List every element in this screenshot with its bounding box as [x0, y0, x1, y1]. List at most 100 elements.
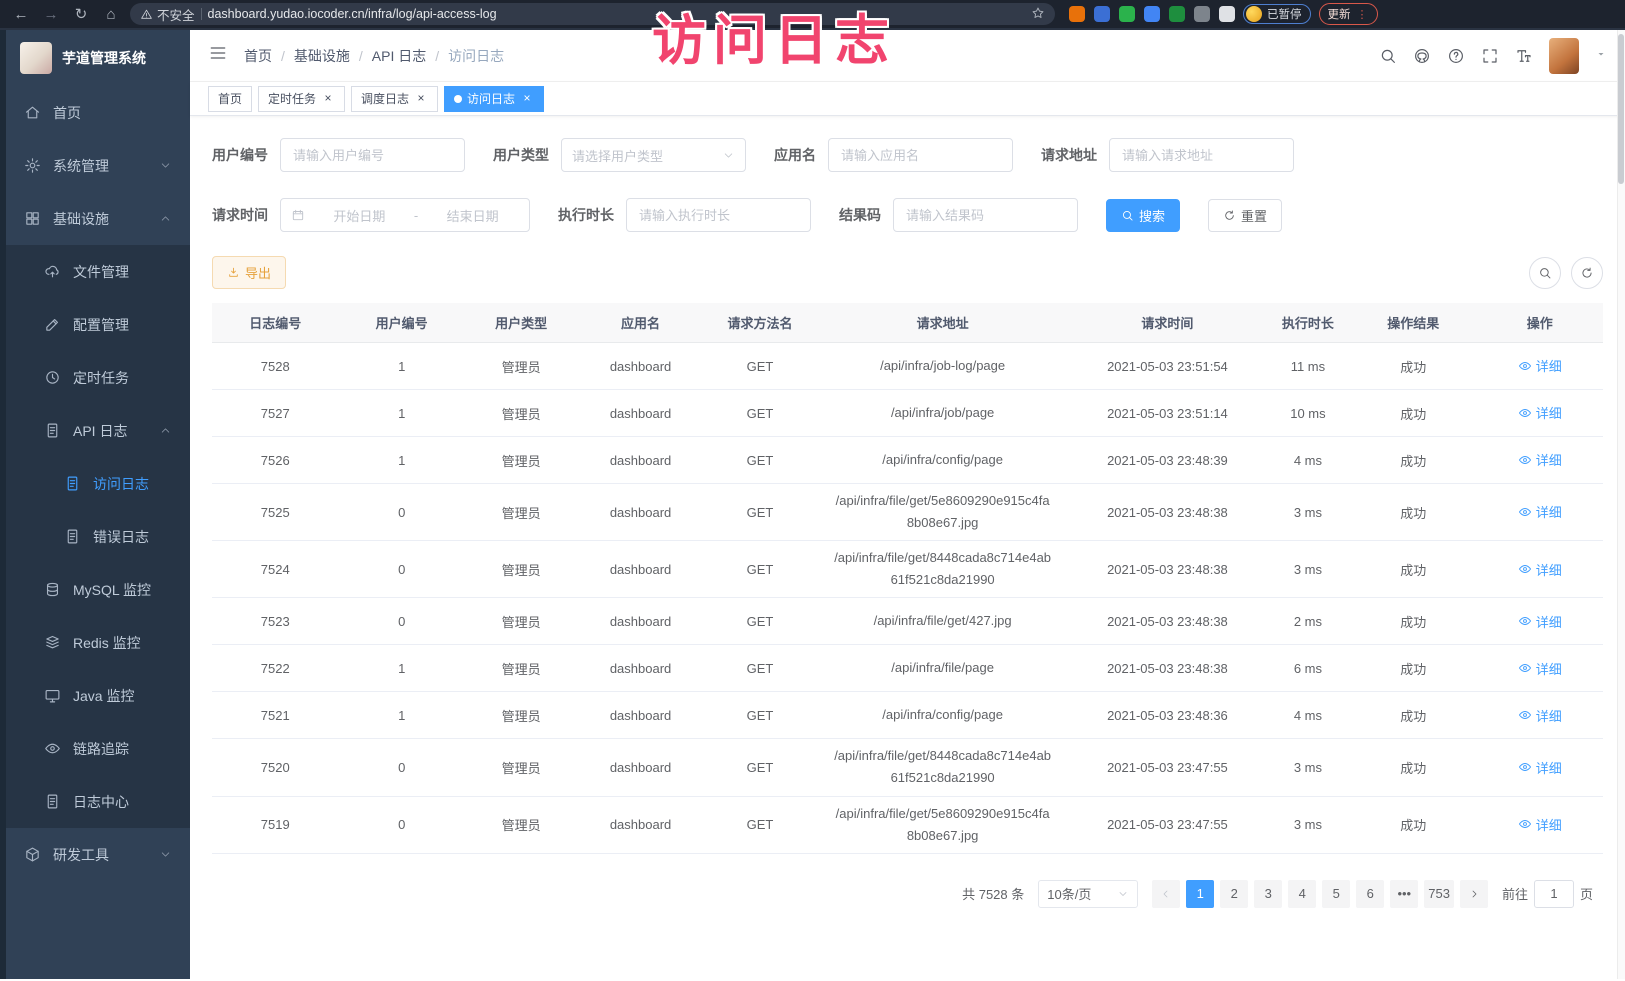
detail-link[interactable]: 详细	[1518, 450, 1562, 469]
refresh-table-button[interactable]	[1571, 257, 1603, 289]
sidebar-item-system-management[interactable]: 系统管理	[6, 139, 190, 192]
browser-profile-button[interactable]: 已暂停	[1243, 4, 1311, 24]
sidebar-item-home[interactable]: 首页	[6, 86, 190, 139]
github-icon[interactable]	[1413, 47, 1431, 65]
prev-page-button[interactable]	[1152, 880, 1180, 908]
tab-scheduled-tasks[interactable]: 定时任务×	[258, 86, 345, 112]
scrollbar-track[interactable]	[1617, 30, 1625, 979]
sidebar-item-log-center[interactable]: 日志中心	[6, 775, 190, 828]
top-navbar: 首页/基础设施/API 日志/访问日志	[190, 30, 1625, 82]
browser-reload-button[interactable]: ↻	[70, 5, 92, 23]
actions-cell: 详细	[1477, 815, 1603, 835]
detail-link[interactable]: 详细	[1518, 706, 1562, 725]
ext-green-circle-icon[interactable]	[1119, 6, 1135, 22]
sidebar-item-access-log[interactable]: 访问日志	[6, 457, 190, 510]
duration-input[interactable]	[626, 198, 811, 232]
pager-page-2[interactable]: 2	[1220, 880, 1248, 908]
page-size-select[interactable]: 10条/页	[1038, 880, 1138, 908]
browser-home-button[interactable]: ⌂	[100, 6, 122, 23]
address-bar[interactable]: 不安全 dashboard.yudao.iocoder.cn/infra/log…	[130, 3, 1055, 25]
column-header: 用户编号	[338, 313, 464, 332]
export-button[interactable]: 导出	[212, 256, 286, 289]
not-secure-warning[interactable]: 不安全	[140, 5, 195, 24]
sidebar-item-config-management[interactable]: 配置管理	[6, 298, 190, 351]
help-icon[interactable]	[1447, 47, 1465, 65]
toggle-search-button[interactable]	[1529, 257, 1561, 289]
close-icon[interactable]: ×	[414, 92, 428, 106]
sidebar-item-redis-monitor[interactable]: Redis 监控	[6, 616, 190, 669]
detail-link[interactable]: 详细	[1518, 560, 1562, 579]
table-cell: dashboard	[577, 614, 703, 629]
detail-link[interactable]: 详细	[1518, 815, 1562, 834]
date-range-picker[interactable]: 开始日期 - 结束日期	[280, 198, 530, 232]
browser-menu-icon[interactable]: ⋮	[1357, 8, 1369, 21]
tab-access-log[interactable]: 访问日志×	[444, 86, 544, 112]
tab-home[interactable]: 首页	[208, 86, 252, 112]
app-logo[interactable]: 芋道管理系统	[6, 30, 190, 86]
pager-page-753[interactable]: 753	[1424, 880, 1454, 908]
detail-link[interactable]: 详细	[1518, 612, 1562, 631]
app-name-input[interactable]	[828, 138, 1013, 172]
fullscreen-icon[interactable]	[1481, 47, 1499, 65]
request-url-cell: /api/infra/file/get/8448cada8c714e4ab61f…	[816, 547, 1069, 591]
browser-update-button[interactable]: 更新 ⋮	[1319, 3, 1378, 25]
table-cell: 0	[338, 760, 464, 775]
search-button[interactable]: 搜索	[1106, 199, 1180, 232]
avatar-caret-icon[interactable]	[1595, 47, 1607, 65]
pager-page-6[interactable]: 6	[1356, 880, 1384, 908]
scrollbar-thumb[interactable]	[1618, 34, 1624, 184]
close-icon[interactable]: ×	[321, 92, 335, 106]
search-icon[interactable]	[1379, 47, 1397, 65]
font-size-icon[interactable]	[1515, 47, 1533, 65]
pager-page-5[interactable]: 5	[1322, 880, 1350, 908]
goto-page-input[interactable]	[1534, 880, 1574, 908]
sidebar-toggle-button[interactable]	[208, 43, 228, 68]
ext-puzzle-icon[interactable]	[1219, 6, 1235, 22]
table-row: 75221管理员dashboardGET/api/infra/file/page…	[212, 645, 1603, 692]
table-cell: 管理员	[465, 612, 577, 631]
sidebar-item-scheduled-tasks[interactable]: 定时任务	[6, 351, 190, 404]
user-type-select[interactable]: 请选择用户类型	[561, 138, 746, 172]
user-id-input[interactable]	[280, 138, 465, 172]
sidebar-item-file-management[interactable]: 文件管理	[6, 245, 190, 298]
pager-page-1[interactable]: 1	[1186, 880, 1214, 908]
infra-icon	[24, 210, 41, 227]
request-url-input[interactable]	[1109, 138, 1294, 172]
sidebar-item-mysql-monitor[interactable]: MySQL 监控	[6, 563, 190, 616]
user-avatar[interactable]	[1549, 38, 1579, 74]
sidebar-item-java-monitor[interactable]: Java 监控	[6, 669, 190, 722]
table-cell: 成功	[1350, 612, 1476, 631]
ext-orange-circle-icon[interactable]	[1069, 6, 1085, 22]
pager-page-4[interactable]: 4	[1288, 880, 1316, 908]
pager-page-3[interactable]: 3	[1254, 880, 1282, 908]
detail-link[interactable]: 详细	[1518, 403, 1562, 422]
ext-blue-shield-icon[interactable]	[1094, 6, 1110, 22]
breadcrumb-item[interactable]: API 日志	[372, 46, 426, 66]
detail-link[interactable]: 详细	[1518, 356, 1562, 375]
browser-forward-button[interactable]: →	[40, 6, 62, 23]
bookmark-star-icon[interactable]	[1031, 6, 1045, 23]
browser-back-button[interactable]: ←	[10, 6, 32, 23]
detail-link[interactable]: 详细	[1518, 502, 1562, 521]
request-url-cell: /api/infra/file/page	[816, 657, 1069, 679]
ext-translate-badge-icon[interactable]	[1169, 6, 1185, 22]
actions-cell: 详细	[1477, 560, 1603, 580]
detail-link[interactable]: 详细	[1518, 659, 1562, 678]
detail-link[interactable]: 详细	[1518, 758, 1562, 777]
sidebar-item-error-log[interactable]: 错误日志	[6, 510, 190, 563]
breadcrumb-item[interactable]: 基础设施	[294, 46, 350, 66]
result-code-input[interactable]	[893, 198, 1078, 232]
ext-grey-tool-icon[interactable]	[1194, 6, 1210, 22]
pager-ellipsis[interactable]: •••	[1390, 880, 1418, 908]
sidebar-item-api-log[interactable]: API 日志	[6, 404, 190, 457]
export-button-label: 导出	[245, 263, 271, 282]
ext-color-grid-icon[interactable]	[1144, 6, 1160, 22]
next-page-button[interactable]	[1460, 880, 1488, 908]
sidebar-item-link-tracing[interactable]: 链路追踪	[6, 722, 190, 775]
close-icon[interactable]: ×	[520, 92, 534, 106]
breadcrumb-item[interactable]: 首页	[244, 46, 272, 66]
sidebar-item-infrastructure[interactable]: 基础设施	[6, 192, 190, 245]
tab-schedule-log[interactable]: 调度日志×	[351, 86, 438, 112]
reset-button[interactable]: 重置	[1208, 199, 1282, 232]
sidebar-item-dev-tools[interactable]: 研发工具	[6, 828, 190, 881]
